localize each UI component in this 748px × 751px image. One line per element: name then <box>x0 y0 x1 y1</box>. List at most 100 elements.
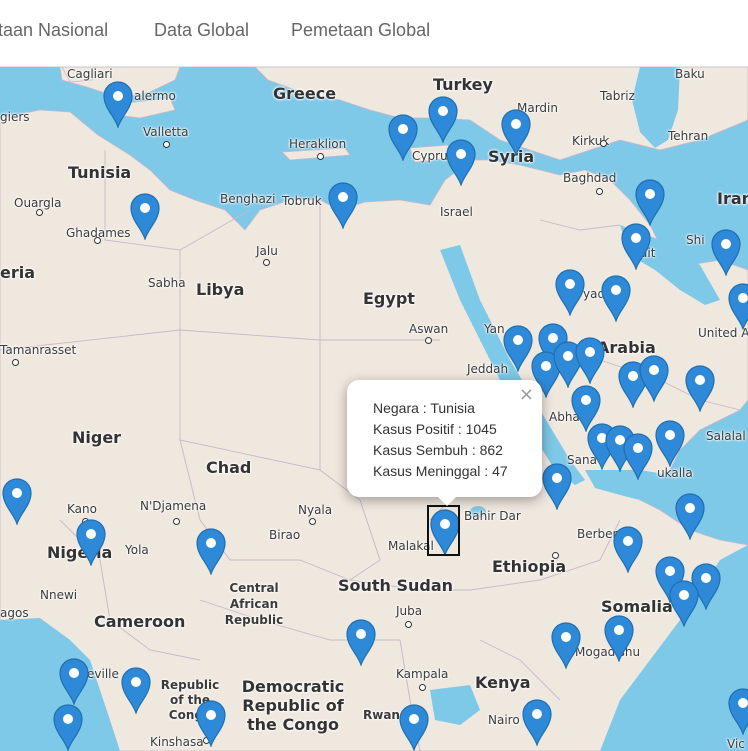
label-tabriz: Tabriz <box>600 89 635 103</box>
location-pin-icon[interactable] <box>129 192 161 240</box>
nav-link-pemetaan-nasional[interactable]: taan Nasional <box>0 20 108 41</box>
label-mukalla: ukalla <box>657 466 693 480</box>
location-pin-icon[interactable] <box>195 699 227 747</box>
location-pin-icon[interactable] <box>634 178 666 226</box>
location-pin-icon[interactable] <box>620 222 652 270</box>
location-pin-icon[interactable] <box>668 579 700 627</box>
city-dot <box>600 140 607 147</box>
location-pin-icon[interactable] <box>612 525 644 573</box>
label-tamanrasset: Tamanrasset <box>0 343 77 357</box>
label-salalah: Salalal <box>706 429 746 443</box>
location-pin-icon[interactable] <box>120 666 152 714</box>
city-dot <box>94 237 101 244</box>
location-pin-icon[interactable] <box>500 108 532 156</box>
label-birao: Birao <box>269 528 301 542</box>
label-shi: Shi <box>686 233 705 247</box>
city-dot <box>425 337 432 344</box>
label-kampala: Kampala <box>396 667 449 681</box>
label-tunisia: Tunisia <box>68 163 132 182</box>
location-pin-icon[interactable] <box>387 113 419 161</box>
location-pin-icon[interactable] <box>102 80 134 128</box>
label-sabha: Sabha <box>148 276 186 290</box>
label-ndjamena: N'Djamena <box>140 499 207 513</box>
label-benghazi: Benghazi <box>220 192 276 206</box>
label-egypt: Egypt <box>363 289 415 308</box>
label-algeria: eria <box>0 263 36 282</box>
label-nyala: Nyala <box>298 503 333 517</box>
location-pin-icon[interactable] <box>1 477 33 525</box>
popup-kasus-sembuh: Kasus Sembuh : 862 <box>373 442 503 458</box>
city-dot <box>309 518 316 525</box>
label-cameroon: Cameroon <box>94 612 186 631</box>
location-pin-icon[interactable] <box>52 703 84 751</box>
label-nnewi: Nnewi <box>40 588 78 602</box>
location-pin-icon[interactable] <box>541 462 573 510</box>
label-heraklion: Heraklion <box>289 137 347 151</box>
location-pin-icon[interactable] <box>554 268 586 316</box>
city-dot <box>419 684 426 691</box>
label-south-sudan: South Sudan <box>338 576 454 595</box>
location-pin-icon[interactable] <box>638 354 670 402</box>
popup-kasus-meninggal: Kasus Meninggal : 47 <box>373 463 508 479</box>
label-libya: Libya <box>196 280 245 299</box>
location-pin-icon[interactable] <box>727 282 748 330</box>
country-popup: × Negara : Tunisia Kasus Positif : 1045 … <box>347 380 542 497</box>
label-cagliari: Cagliari <box>67 67 113 81</box>
location-pin-icon[interactable] <box>622 432 654 480</box>
location-pin-icon[interactable] <box>574 336 606 384</box>
location-pin-icon[interactable] <box>550 621 582 669</box>
label-baku: Baku <box>675 67 705 81</box>
label-drc: Democratic Republic of the Congo <box>241 677 345 734</box>
label-valletta: Valletta <box>143 125 189 139</box>
label-tobruk: Tobruk <box>282 194 322 208</box>
city-dot <box>163 141 170 148</box>
label-juba: Juba <box>396 604 423 618</box>
label-aswan: Aswan <box>409 322 449 336</box>
label-niger: Niger <box>72 428 122 447</box>
location-pin-icon[interactable] <box>600 274 632 322</box>
label-jalu: Jalu <box>256 244 278 258</box>
label-algiers: giers <box>0 110 30 124</box>
label-kenya: Kenya <box>475 673 531 692</box>
label-tehran: Tehran <box>668 129 709 143</box>
location-pin-icon[interactable] <box>603 614 635 662</box>
label-yola: Yola <box>125 543 149 557</box>
location-pin-icon[interactable] <box>327 181 359 229</box>
label-lagos: agos <box>0 606 29 620</box>
location-pin-icon[interactable] <box>684 364 716 412</box>
label-baghdad: Baghdad <box>563 171 617 185</box>
selected-marker-outline <box>427 505 460 556</box>
close-icon[interactable]: × <box>519 384 534 405</box>
popup-negara: Negara : Tunisia <box>373 400 475 416</box>
location-pin-icon[interactable] <box>710 228 742 276</box>
label-chad: Chad <box>206 458 252 477</box>
label-central-african-republic: Central African Republic <box>224 581 284 627</box>
city-dot <box>317 153 324 160</box>
label-israel: Israel <box>440 205 473 219</box>
label-ethiopia: Ethiopia <box>492 557 567 576</box>
location-pin-icon[interactable] <box>398 703 430 751</box>
location-pin-icon[interactable] <box>521 698 553 746</box>
location-pin-icon[interactable] <box>195 527 227 575</box>
nav-link-pemetaan-global[interactable]: Pemetaan Global <box>291 20 430 41</box>
location-pin-icon[interactable] <box>674 492 706 540</box>
location-pin-icon[interactable] <box>427 95 459 143</box>
location-pin-icon[interactable] <box>75 518 107 566</box>
popup-tip <box>435 494 459 506</box>
city-dot <box>263 259 270 266</box>
label-bahir-dar: Bahir Dar <box>464 509 521 523</box>
location-pin-icon[interactable] <box>654 419 686 467</box>
city-dot <box>596 188 603 195</box>
top-nav: taan Nasional Data Global Pemetaan Globa… <box>0 0 748 67</box>
nav-link-data-global[interactable]: Data Global <box>154 20 249 41</box>
label-victoria: Vic <box>727 737 745 751</box>
city-dot <box>173 518 180 525</box>
location-pin-icon[interactable] <box>727 687 748 735</box>
location-pin-icon[interactable] <box>445 138 477 186</box>
label-libreville: eville <box>87 667 119 681</box>
location-pin-icon[interactable] <box>345 618 377 666</box>
label-greece: Greece <box>273 84 337 103</box>
city-dot <box>405 621 412 628</box>
label-iran: Iran <box>717 189 748 208</box>
location-pin-icon[interactable] <box>58 657 90 705</box>
